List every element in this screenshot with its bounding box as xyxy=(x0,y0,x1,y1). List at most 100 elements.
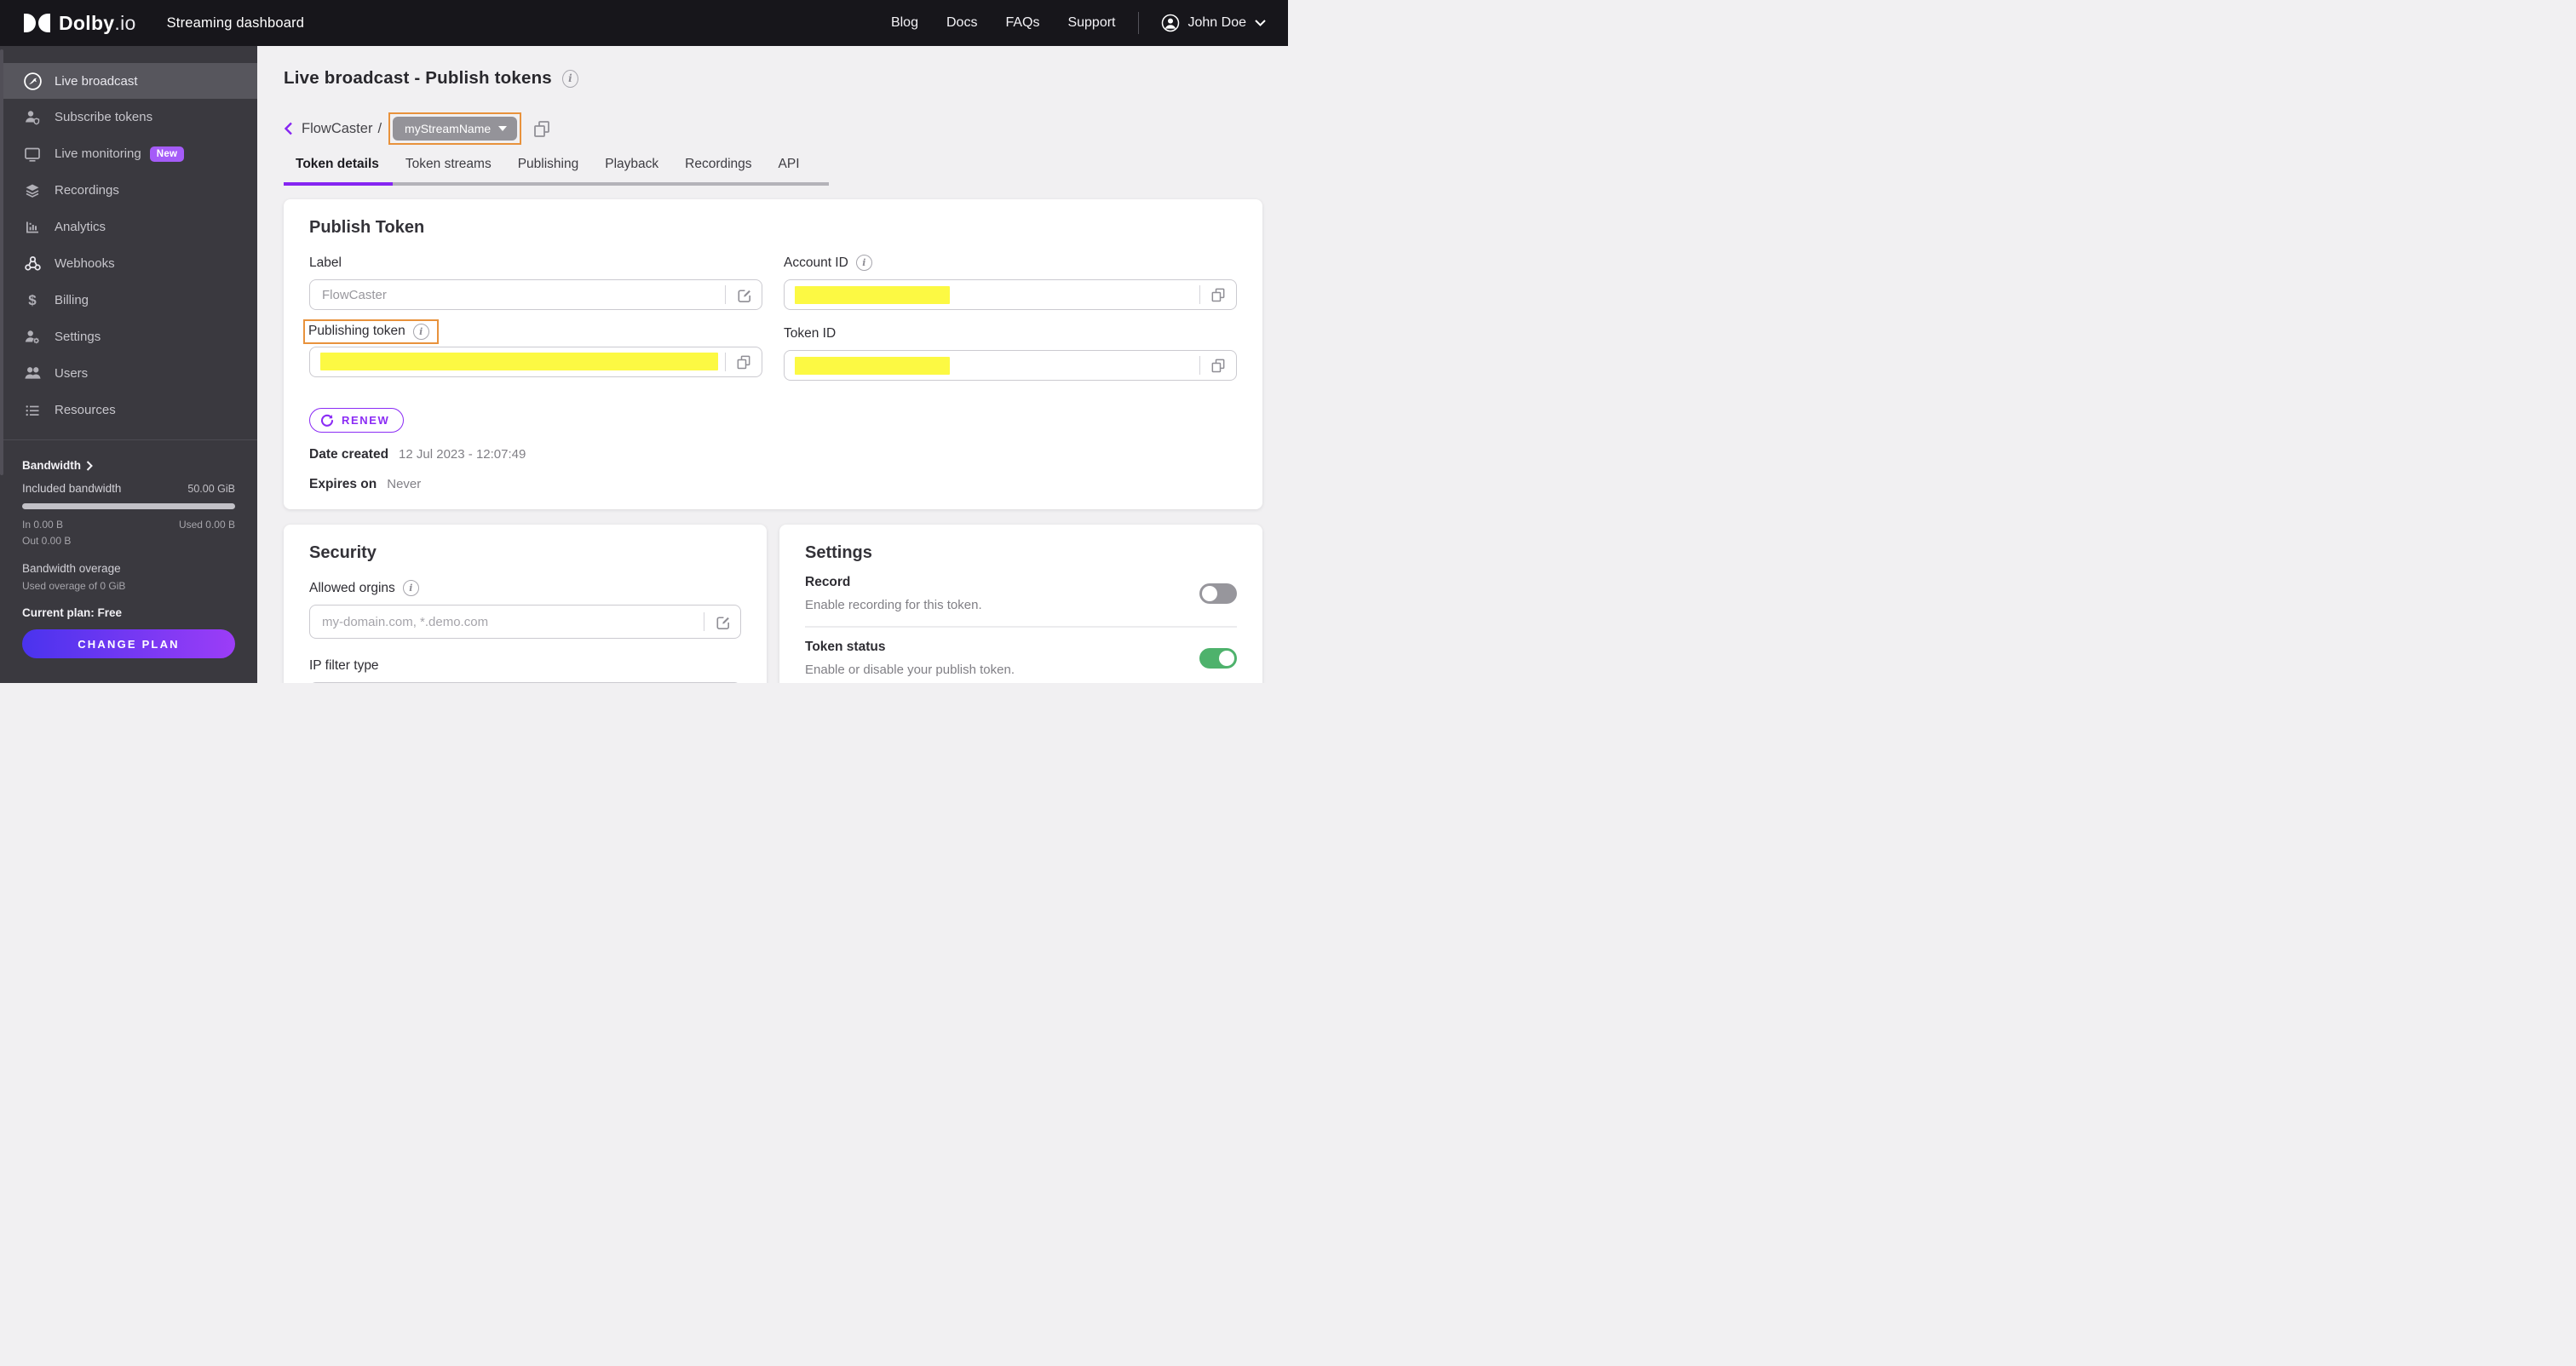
label-field-group: Label xyxy=(309,253,762,310)
user-name: John Doe xyxy=(1187,15,1247,30)
expires-on-label: Expires on xyxy=(309,477,377,491)
layers-icon xyxy=(22,181,43,200)
included-bandwidth-value: 50.00 GiB xyxy=(187,483,235,495)
edit-allowed-origins-button[interactable] xyxy=(704,606,740,638)
sidebar-scrollbar[interactable] xyxy=(0,49,3,475)
sidebar-item-recordings[interactable]: Recordings xyxy=(0,172,257,209)
publishing-token-label: Publishing token xyxy=(308,324,405,338)
record-toggle[interactable] xyxy=(1199,583,1237,604)
token-status-toggle[interactable] xyxy=(1199,648,1237,669)
record-description: Enable recording for this token. xyxy=(805,598,982,612)
nav-link-docs[interactable]: Docs xyxy=(946,15,977,31)
tab-recordings[interactable]: Recordings xyxy=(685,157,751,172)
page-info-icon[interactable]: i xyxy=(561,69,578,88)
label-input[interactable] xyxy=(310,287,725,302)
person-gear-icon xyxy=(22,328,43,347)
sidebar-item-label: Live monitoring xyxy=(55,146,141,161)
header-nav: Blog Docs FAQs Support xyxy=(891,15,1116,31)
sidebar-item-label: Webhooks xyxy=(55,256,115,271)
tab-bar: Token details Token streams Publishing P… xyxy=(284,157,829,186)
allowed-origins-input[interactable] xyxy=(310,614,704,629)
breadcrumb: FlowCaster / myStreamName xyxy=(284,112,1262,145)
bandwidth-overage-title: Bandwidth overage xyxy=(22,562,121,576)
webhook-icon xyxy=(22,254,43,273)
breadcrumb-back-button[interactable] xyxy=(284,122,293,135)
chevron-down-icon xyxy=(1255,20,1266,26)
sidebar-nav: Live broadcast Subscribe tokens Live mon… xyxy=(0,46,257,428)
page-title: Live broadcast - Publish tokens xyxy=(284,68,552,88)
sidebar-item-subscribe-tokens[interactable]: Subscribe tokens xyxy=(0,99,257,135)
dollar-icon: $ xyxy=(28,291,37,308)
date-created-label: Date created xyxy=(309,447,389,462)
breadcrumb-separator: / xyxy=(377,120,382,136)
live-broadcast-icon xyxy=(22,72,43,91)
copy-stream-name-button[interactable] xyxy=(532,118,552,139)
nav-link-blog[interactable]: Blog xyxy=(891,15,918,31)
user-menu[interactable]: John Doe xyxy=(1161,14,1267,32)
date-created-value: 12 Jul 2023 - 12:07:49 xyxy=(399,447,526,462)
bandwidth-title: Bandwidth xyxy=(22,459,81,472)
sidebar-item-billing[interactable]: $ Billing xyxy=(0,282,257,319)
sidebar-item-label: Subscribe tokens xyxy=(55,110,153,124)
tab-token-streams[interactable]: Token streams xyxy=(405,157,492,172)
renew-icon xyxy=(321,414,334,427)
header-divider xyxy=(1137,12,1139,34)
token-status-setting-row: Token status Enable or disable your publ… xyxy=(805,640,1237,677)
account-id-redaction xyxy=(795,285,950,304)
bandwidth-out: Out 0.00 B xyxy=(22,534,72,547)
publishing-token-info-icon[interactable]: i xyxy=(412,323,429,340)
allowed-origins-label: Allowed orgins xyxy=(309,580,395,595)
settings-row-divider xyxy=(805,626,1237,628)
chevron-right-icon xyxy=(86,460,93,471)
token-id-label: Token ID xyxy=(784,325,837,341)
bandwidth-panel: Bandwidth Included bandwidth 50.00 GiB I… xyxy=(0,440,257,659)
token-id-redaction xyxy=(795,356,950,375)
sidebar-item-label: Users xyxy=(55,366,89,381)
active-tab-indicator xyxy=(284,182,393,186)
account-id-label: Account ID xyxy=(784,255,848,270)
tab-publishing[interactable]: Publishing xyxy=(518,157,579,172)
record-label: Record xyxy=(805,575,851,589)
publishing-token-redaction xyxy=(320,353,718,370)
dolby-logo[interactable]: Dolby.io xyxy=(24,12,136,35)
stream-name-dropdown[interactable]: myStreamName xyxy=(393,117,518,141)
sidebar-item-live-broadcast[interactable]: Live broadcast xyxy=(0,63,257,99)
sidebar-item-label: Live broadcast xyxy=(55,73,138,89)
sidebar-item-settings[interactable]: Settings xyxy=(0,319,257,355)
bandwidth-in: In 0.00 B xyxy=(22,519,64,531)
account-id-field-group: Account ID i xyxy=(784,253,1237,310)
sidebar-item-webhooks[interactable]: Webhooks xyxy=(0,245,257,282)
ip-filter-type-select[interactable]: IP Addresses xyxy=(309,682,741,683)
allowed-origins-info-icon[interactable]: i xyxy=(402,580,419,596)
sidebar-item-users[interactable]: Users xyxy=(0,355,257,392)
security-heading: Security xyxy=(309,543,377,562)
edit-label-button[interactable] xyxy=(726,280,762,309)
current-plan: Current plan: Free xyxy=(22,606,123,620)
sidebar-item-analytics[interactable]: Analytics xyxy=(0,209,257,245)
copy-publishing-token-button[interactable] xyxy=(726,347,762,376)
sidebar-item-label: Settings xyxy=(55,330,101,344)
bandwidth-link[interactable]: Bandwidth xyxy=(22,459,235,472)
bandwidth-progress-bar xyxy=(22,503,235,509)
tab-playback[interactable]: Playback xyxy=(605,157,658,172)
security-card: Security Allowed orgins i my-domain.com,… xyxy=(284,525,767,683)
logo-text: Dolby.io xyxy=(59,11,136,34)
record-setting-row: Record Enable recording for this token. xyxy=(805,575,1237,612)
label-field-label: Label xyxy=(309,255,342,270)
sidebar-item-resources[interactable]: Resources xyxy=(0,392,257,428)
main-content: Live broadcast - Publish tokens i FlowCa… xyxy=(257,46,1288,683)
change-plan-button[interactable]: CHANGE PLAN xyxy=(22,629,235,659)
nav-link-faqs[interactable]: FAQs xyxy=(1005,15,1039,31)
account-id-info-icon[interactable]: i xyxy=(855,255,872,271)
renew-button[interactable]: RENEW xyxy=(309,408,405,433)
tab-api[interactable]: API xyxy=(779,157,800,172)
tab-token-details[interactable]: Token details xyxy=(296,157,379,172)
sidebar-item-live-monitoring[interactable]: Live monitoring New xyxy=(0,135,257,172)
bandwidth-overage-detail: Used overage of 0 GiB xyxy=(22,580,126,593)
sidebar-item-label: Resources xyxy=(55,403,116,417)
breadcrumb-token-label[interactable]: FlowCaster xyxy=(302,121,372,137)
copy-token-id-button[interactable] xyxy=(1200,351,1236,380)
publishing-token-field-group: Publishing token i xyxy=(303,319,762,381)
copy-account-id-button[interactable] xyxy=(1200,280,1236,309)
nav-link-support[interactable]: Support xyxy=(1067,15,1115,31)
